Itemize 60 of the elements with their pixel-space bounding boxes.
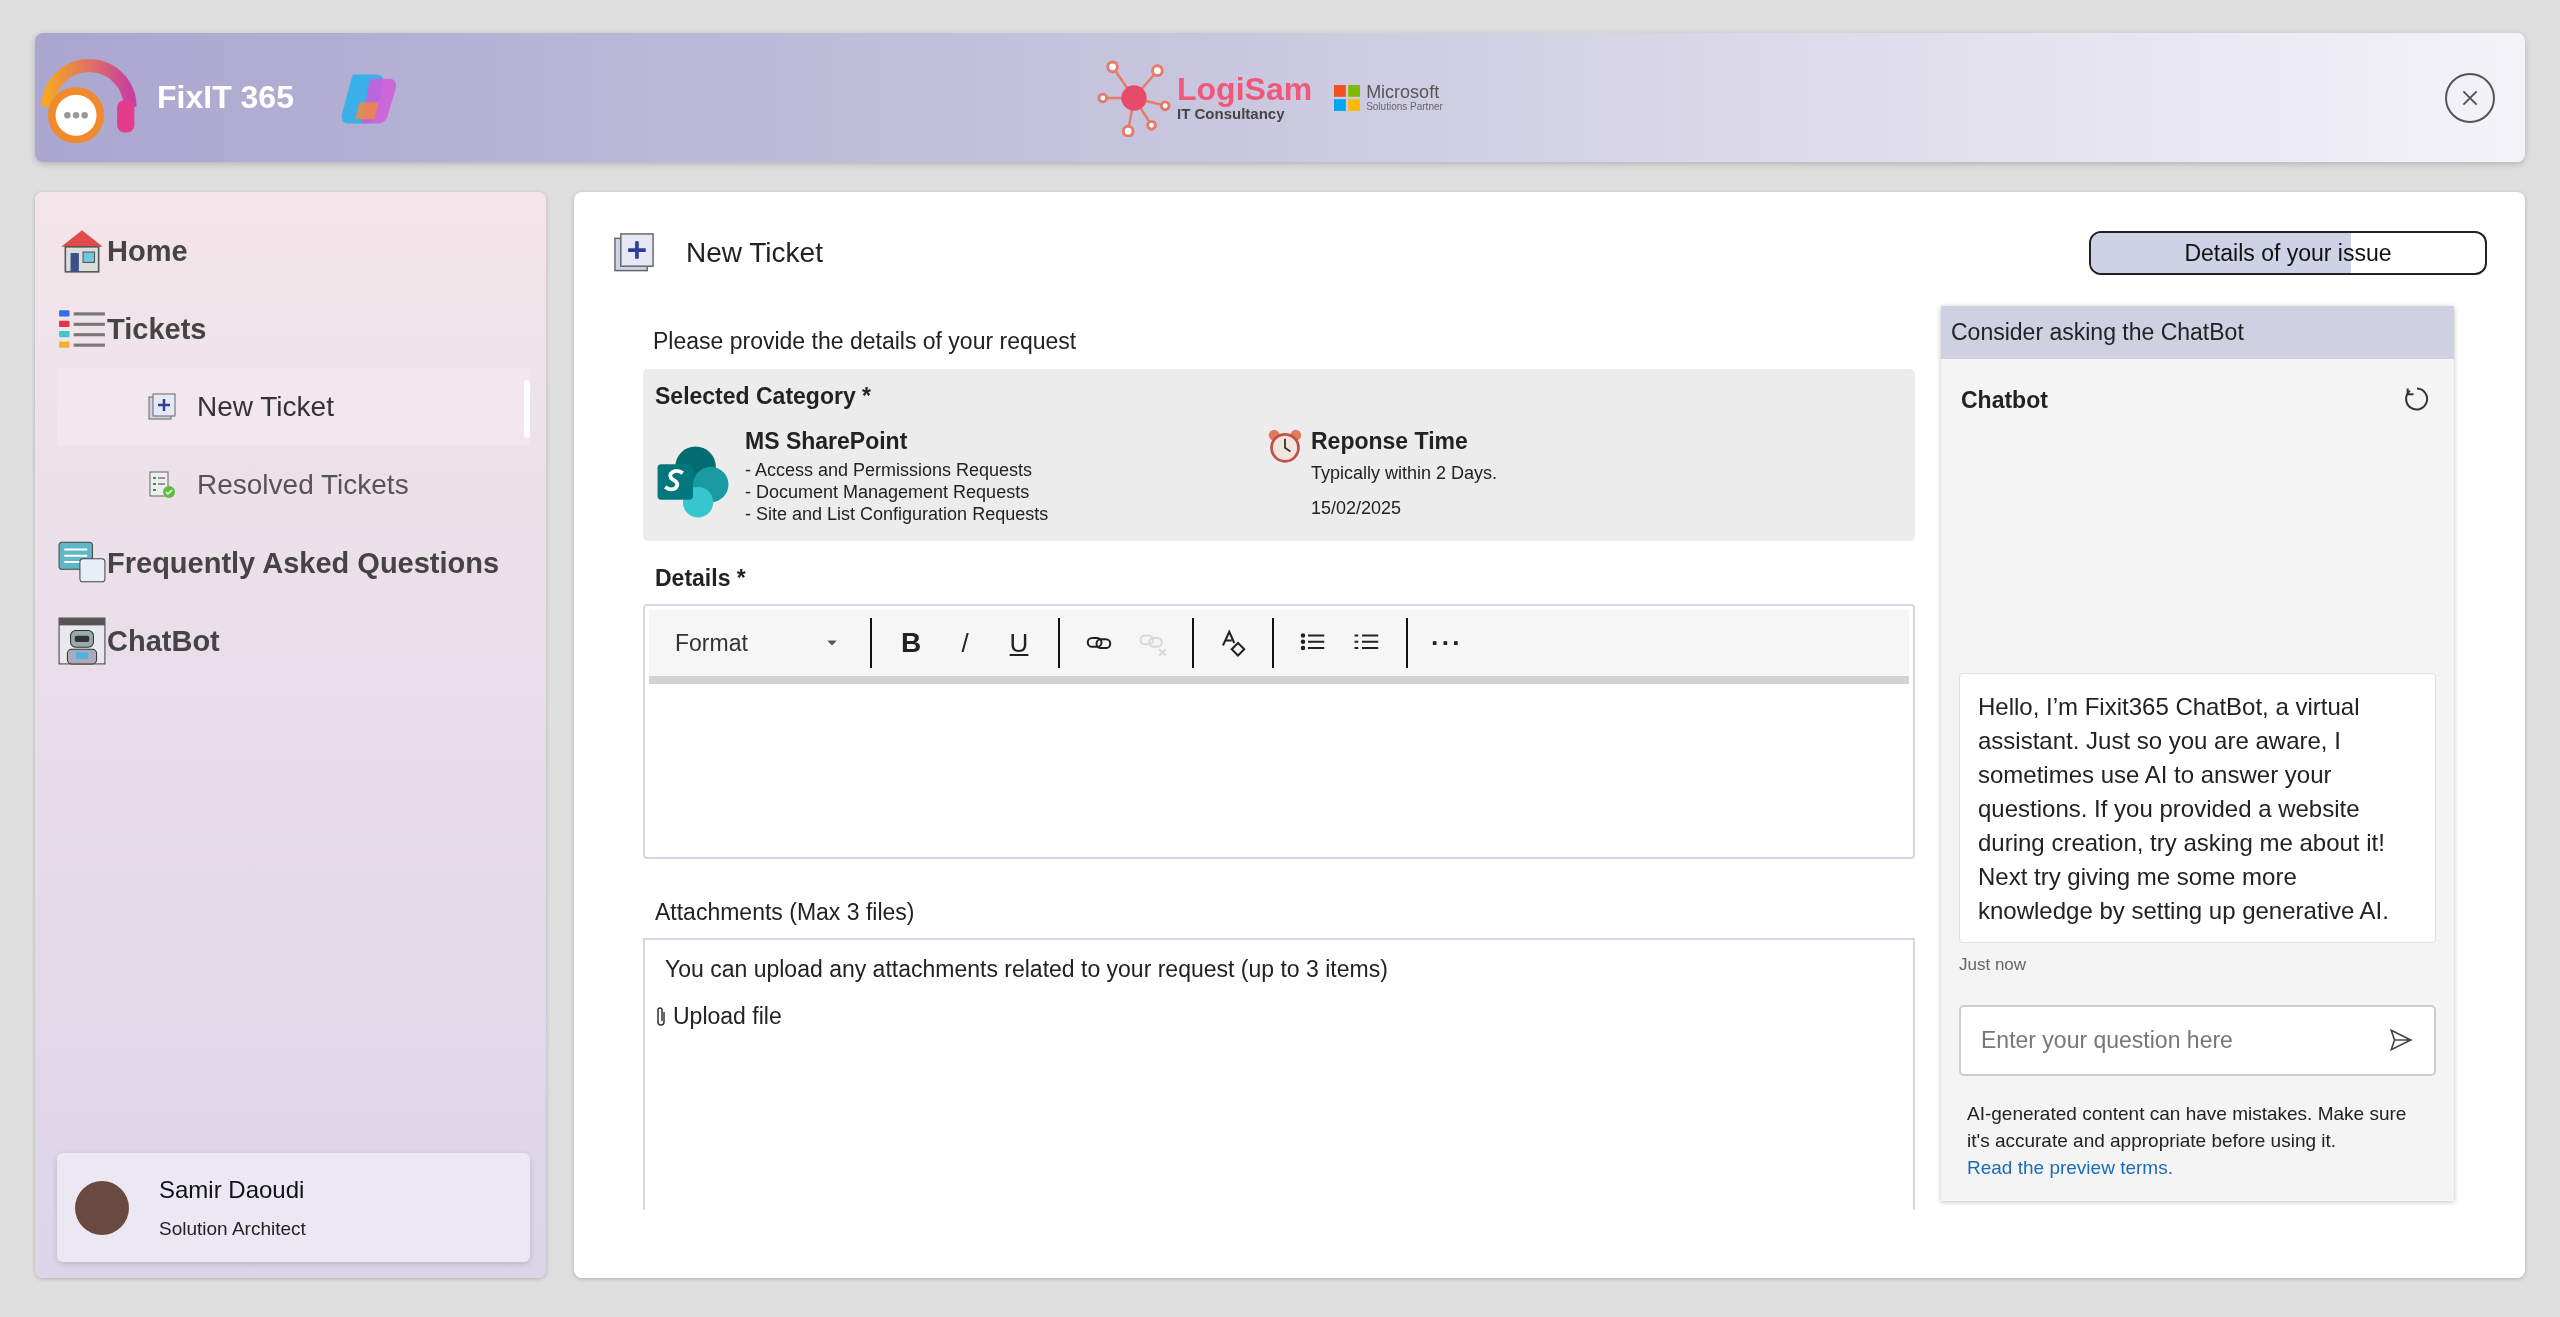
plus-document-icon [147,392,177,422]
category-item: - Document Management Requests [745,481,1031,503]
paperclip-icon [655,1005,667,1028]
nav-label: Frequently Asked Questions [107,546,500,580]
four-squares-icon [1334,84,1361,111]
more-button[interactable]: ··· [1424,618,1470,668]
bot-message: Hello, I’m Fixit365 ChatBot, a virtual assistant. Just so you are aware, I sometimes use AI to answer your questions. If you provided a website during creation, try asking me about it! Next try giving me some more knowledge by setting up generative AI. [1959,673,2436,943]
caret-icon [826,639,838,647]
nav-label: New Ticket [197,391,334,423]
nav-subitem[interactable]: Resolved Tickets [57,446,530,524]
avatar [75,1180,129,1235]
selection-indicator [524,380,530,438]
nav-item[interactable]: ChatBot [57,602,530,680]
form-intro: Please provide the details of your request [653,328,1078,355]
nav-label: Resolved Tickets [197,469,409,501]
app-name: FixIT 365 [157,79,294,116]
close-button[interactable] [2445,72,2495,123]
response-time: Typically within 2 Days. [1311,463,1498,484]
progress-label: Details of your issue [2184,239,2392,267]
badge-tagline: Solutions Partner [1366,101,1443,112]
preview-terms-link[interactable]: Read the preview terms. [1967,1157,2173,1178]
nav-item[interactable]: Frequently Asked Questions [57,524,530,602]
attachments-hint: You can upload any attachments related to your request (up to 3 items) [665,956,1389,983]
category-name: MS SharePoint [745,428,909,455]
category-item: - Access and Permissions Requests [745,459,1034,481]
nav-label: ChatBot [107,624,220,658]
network-logo-icon [1095,58,1173,137]
page-title: New Ticket [686,237,823,269]
checklist-icon [147,470,177,500]
bold-button[interactable]: B [888,618,934,668]
details-label: Details * [655,565,747,592]
italic-button[interactable]: / [942,618,988,668]
badge-name: Microsoft [1366,83,1441,101]
upload-button[interactable]: Upload file [655,1003,782,1030]
banner-text: Consider asking the ChatBot [1951,319,2244,346]
category-heading: Selected Category * [655,383,873,410]
chatbot-title: Chatbot [1961,386,2048,414]
category-item: - Site and List Configuration Requests [745,503,1049,525]
refresh-icon [2403,385,2431,413]
nav-label: Home [107,234,188,268]
question-field[interactable]: Enter your question here [1959,1005,2436,1076]
rich-text-editor[interactable]: Format B / U ··· [643,604,1915,859]
underline-button[interactable]: U [996,618,1042,668]
robot-icon [57,616,107,666]
ai-disclaimer: AI-generated content can have mistakes. Make sure it's accurate and appropriate before using it. Read the preview terms. [1966,1102,2408,1180]
attachments-label: Attachments (Max 3 files) [655,899,916,926]
response-date: 15/02/2025 [1311,498,1403,519]
format-dropdown[interactable]: Format [669,618,854,668]
send-icon[interactable] [2388,1027,2414,1053]
response-heading: Reponse Time [1311,428,1469,455]
sharepoint-logo-icon [655,444,731,520]
user-name: Samir Daoudi [159,1175,306,1204]
nav-item[interactable]: Home [57,212,530,290]
alarm-clock-icon [1267,428,1303,464]
nav-label: Tickets [107,312,207,346]
nav-subitem[interactable]: New Ticket [57,368,530,446]
nav-item[interactable]: Tickets [57,290,530,368]
user-role: Solution Architect [159,1217,306,1240]
message-time: Just now [1959,955,2028,975]
partner-name: LogiSam [1177,73,1313,105]
